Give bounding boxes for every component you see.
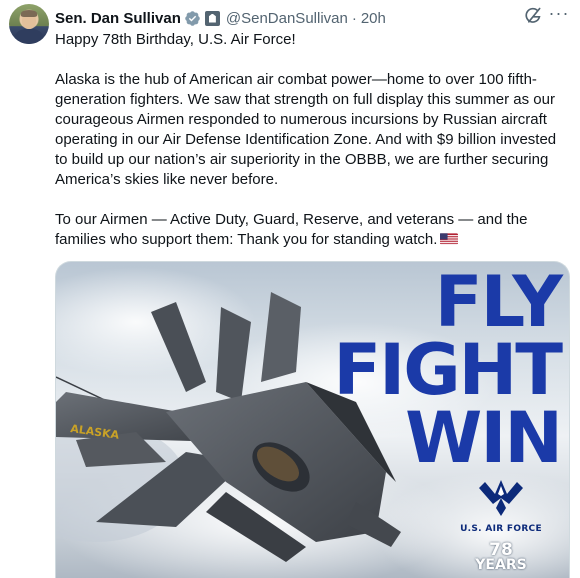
slogan-line: FIGHT [333, 329, 563, 411]
air-force-wings-icon [479, 480, 523, 516]
tweet-paragraph: Happy 78th Birthday, U.S. Air Force! [55, 31, 296, 48]
logo-years: YEARS [475, 557, 527, 573]
tweet-header: Sen. Dan Sullivan @SenDanSullivan · 20h [55, 8, 386, 28]
author-name[interactable]: Sen. Dan Sullivan [55, 10, 181, 27]
tweet-image[interactable]: ALASKA FLY FIGHT WIN U.S. AIR FORCE 78 Y… [55, 261, 570, 578]
tweet-paragraph: Alaska is the hub of American air combat… [55, 71, 557, 188]
tweet-text: Happy 78th Birthday, U.S. Air Force! Ala… [55, 30, 570, 250]
timestamp[interactable]: 20h [361, 10, 386, 27]
avatar-hair [21, 10, 37, 17]
logo-label: U.S. AIR FORCE [460, 524, 542, 534]
more-icon[interactable]: ··· [548, 4, 570, 26]
air-force-logo: U.S. AIR FORCE 78 YEARS [446, 474, 556, 572]
government-badge-icon[interactable] [204, 10, 220, 26]
slogan-line: FLY [434, 261, 563, 343]
separator-dot: · [351, 9, 357, 27]
us-flag-icon [440, 233, 459, 245]
verified-badge-icon[interactable] [184, 10, 201, 27]
tweet: Sen. Dan Sullivan @SenDanSullivan · 20h … [0, 0, 580, 578]
logo-number: 78 [489, 540, 513, 560]
tweet-paragraph: To our Airmen — Active Duty, Guard, Rese… [55, 210, 570, 250]
avatar[interactable] [9, 4, 49, 44]
avatar-body [15, 29, 43, 44]
author-handle[interactable]: @SenDanSullivan [226, 10, 348, 27]
grok-icon[interactable] [523, 6, 543, 26]
slogan-line: WIN [405, 397, 563, 479]
slogan: FLY FIGHT WIN [301, 261, 563, 479]
